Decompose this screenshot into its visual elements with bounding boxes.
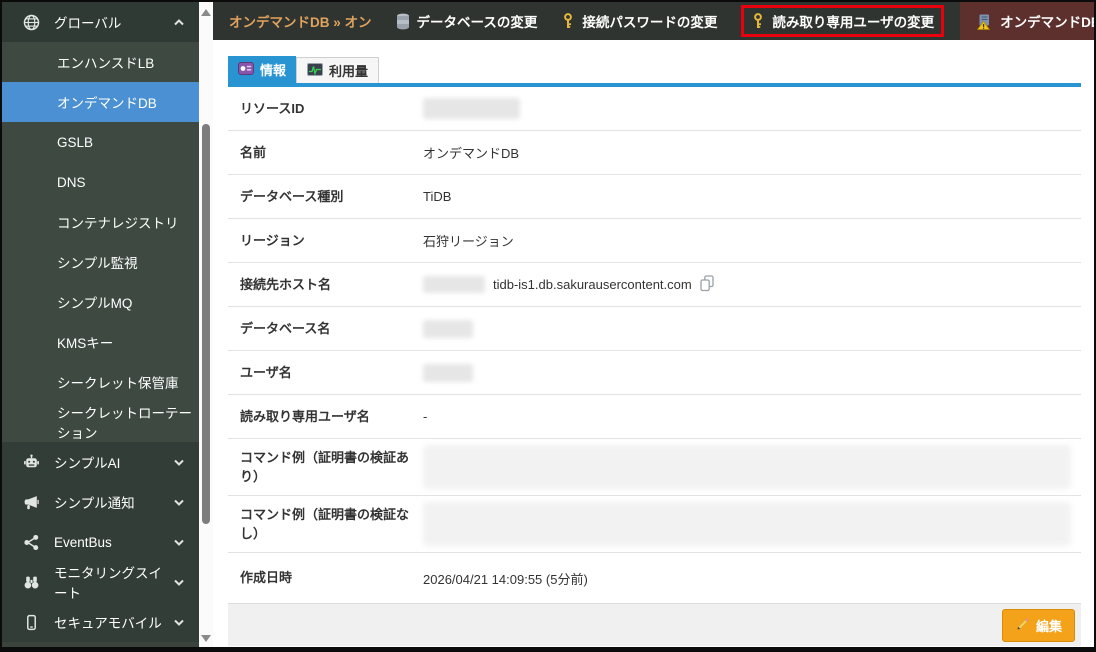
sidebar-group-global[interactable]: グローバル: [2, 2, 199, 42]
content-panel: 情報 利用量 リソースID 名前 オンデマンドDB データベース種別 TiDB …: [213, 40, 1094, 647]
scrollbar-up-arrow[interactable]: [201, 9, 211, 16]
sidebar-item-simple-mq[interactable]: シンプルMQ: [2, 282, 199, 322]
database-icon: [396, 13, 410, 30]
detail-row-host-name: 接続先ホスト名 tidb-is1.db.sakurausercontent.co…: [228, 263, 1081, 307]
detail-row-name: 名前 オンデマンドDB: [228, 131, 1081, 175]
detail-row-command-with-cert: コマンド例（証明書の検証あり）: [228, 439, 1081, 496]
toolbar: オンデマンドDB » オン データベースの変更 接続パスワードの変更 読み取り専…: [213, 2, 1094, 40]
delete-ondemand-db-button[interactable]: オンデマンドDBを削除: [960, 2, 1094, 40]
change-database-button[interactable]: データベースの変更: [396, 11, 537, 31]
copy-icon[interactable]: [700, 274, 714, 295]
host-name-value: tidb-is1.db.sakurausercontent.com: [493, 277, 692, 292]
detail-row-region: リージョン 石狩リージョン: [228, 219, 1081, 263]
redacted-value: [423, 276, 485, 293]
sidebar-group-label: モニタリングスイート: [54, 566, 162, 601]
sidebar: グローバル エンハンスドLB オンデマンドDB GSLB DNS コンテナレジス…: [2, 2, 199, 647]
sidebar-item-gslb[interactable]: GSLB: [2, 122, 199, 162]
redacted-value: [423, 319, 473, 338]
detail-table: リソースID 名前 オンデマンドDB データベース種別 TiDB リージョン 石…: [228, 87, 1081, 603]
sidebar-group-monitoring-suite[interactable]: モニタリングスイート: [2, 562, 199, 602]
megaphone-icon: [22, 493, 40, 511]
sidebar-group-secure-mobile[interactable]: セキュアモバイル: [2, 602, 199, 642]
mobile-icon: [22, 613, 40, 631]
sidebar-group-label: セキュアモバイル: [54, 616, 162, 631]
scrollbar-down-arrow[interactable]: [201, 635, 211, 642]
sidebar-item-enhanced-lb[interactable]: エンハンスドLB: [2, 42, 199, 82]
sidebar-group-eventbus[interactable]: EventBus: [2, 522, 199, 562]
tab-usage[interactable]: 利用量: [296, 57, 380, 83]
chevron-down-icon: [173, 498, 185, 507]
chevron-down-icon: [173, 538, 185, 547]
info-card-icon: [238, 61, 254, 78]
sidebar-submenu-global: エンハンスドLB オンデマンドDB GSLB DNS コンテナレジストリ シンプ…: [2, 42, 199, 442]
detail-row-database-type: データベース種別 TiDB: [228, 175, 1081, 219]
redacted-command: [423, 445, 1071, 489]
detail-row-resource-id: リソースID: [228, 87, 1081, 131]
sidebar-item-kms-key[interactable]: KMSキー: [2, 322, 199, 362]
sidebar-item-secret-rotation[interactable]: シークレットローテーション: [2, 402, 199, 442]
key-icon: [751, 13, 765, 29]
app-window: グローバル エンハンスドLB オンデマンドDB GSLB DNS コンテナレジス…: [0, 0, 1096, 652]
tab-info[interactable]: 情報: [228, 56, 297, 83]
sidebar-scrollbar[interactable]: [199, 2, 213, 647]
sidebar-item-container-registry[interactable]: コンテナレジストリ: [2, 202, 199, 242]
chevron-up-icon: [173, 18, 185, 27]
robot-icon: [22, 453, 40, 471]
chevron-down-icon: [173, 578, 185, 587]
share-icon: [22, 533, 40, 551]
detail-row-readonly-user-name: 読み取り専用ユーザ名 -: [228, 395, 1081, 439]
scrollbar-thumb[interactable]: [202, 124, 210, 524]
sidebar-item-secret-vault[interactable]: シークレット保管庫: [2, 362, 199, 402]
redacted-value: [423, 98, 520, 119]
main-area: オンデマンドDB » オン データベースの変更 接続パスワードの変更 読み取り専…: [213, 2, 1094, 647]
breadcrumb: オンデマンドDB » オン: [229, 15, 372, 30]
edit-button[interactable]: 編集: [1001, 608, 1075, 642]
sidebar-group-label: グローバル: [54, 16, 122, 31]
sidebar-group-simple-notification[interactable]: シンプル通知: [2, 482, 199, 522]
change-readonly-user-button[interactable]: 読み取り専用ユーザの変更: [741, 5, 945, 37]
binoculars-icon: [22, 573, 40, 591]
sidebar-group-label: EventBus: [54, 534, 112, 550]
globe-icon: [22, 13, 40, 31]
detail-row-command-without-cert: コマンド例（証明書の検証なし）: [228, 496, 1081, 553]
chevron-down-icon: [173, 618, 185, 627]
sidebar-group-label: シンプル通知: [54, 496, 135, 511]
footer-bar: 編集: [228, 603, 1081, 646]
detail-row-database-name: データベース名: [228, 307, 1081, 351]
server-warning-icon: [977, 13, 993, 30]
sidebar-item-simple-monitoring[interactable]: シンプル監視: [2, 242, 199, 282]
sidebar-group-label: シンプルAI: [54, 456, 121, 471]
sidebar-group-simple-ai[interactable]: シンプルAI: [2, 442, 199, 482]
change-password-button[interactable]: 接続パスワードの変更: [561, 11, 717, 31]
key-icon: [561, 13, 575, 29]
pencil-icon: [1015, 616, 1030, 634]
tab-bar: 情報 利用量: [228, 56, 1081, 83]
sidebar-item-ondemand-db[interactable]: オンデマンドDB: [2, 82, 199, 122]
redacted-value: [423, 363, 473, 382]
detail-row-created-at: 作成日時 2026/04/21 14:09:55 (5分前): [240, 570, 588, 587]
usage-chart-icon: [307, 62, 324, 79]
redacted-command: [423, 502, 1071, 546]
chevron-down-icon: [173, 458, 185, 467]
sidebar-item-dns[interactable]: DNS: [2, 162, 199, 202]
detail-row-user-name: ユーザ名: [228, 351, 1081, 395]
